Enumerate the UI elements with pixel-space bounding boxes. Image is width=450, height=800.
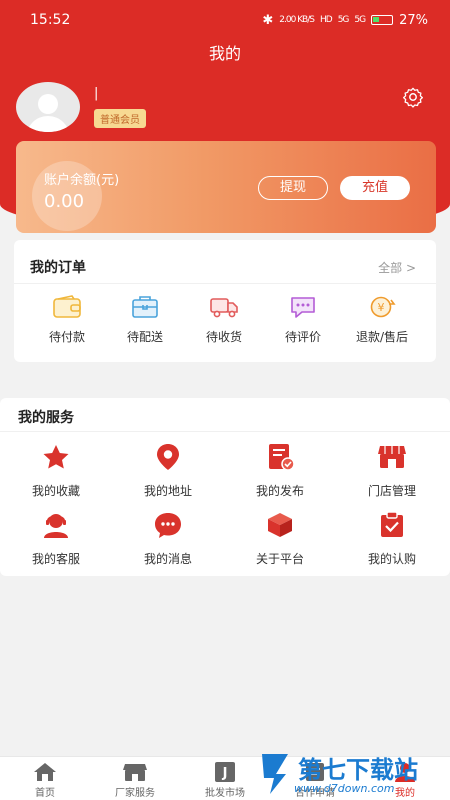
comment-icon xyxy=(291,297,315,318)
location-pin-icon xyxy=(157,444,179,470)
order-item-to-deliver[interactable]: 待配送 xyxy=(106,294,184,345)
balance-label: 账户余额(元) xyxy=(44,173,120,188)
service-publish[interactable]: 我的发布 xyxy=(224,442,336,499)
order-item-pending-payment[interactable]: 待付款 xyxy=(28,294,106,345)
services-title: 我的服务 xyxy=(18,410,74,426)
wallet-icon xyxy=(53,295,81,318)
avatar-head-shape xyxy=(38,94,58,114)
withdraw-button[interactable]: 提现 xyxy=(258,176,328,200)
orders-header: 我的订单 全部 > xyxy=(14,240,436,284)
order-label: 待付款 xyxy=(48,330,85,344)
service-store[interactable]: 门店管理 xyxy=(336,442,448,499)
service-label: 我的发布 xyxy=(255,484,304,498)
service-label: 我的收藏 xyxy=(31,484,80,498)
order-label: 待配送 xyxy=(126,330,163,344)
subscription-icon xyxy=(381,511,403,537)
tab-label: 首页 xyxy=(35,788,55,799)
refund-icon: ¥ xyxy=(370,296,396,318)
publish-icon xyxy=(269,444,295,471)
service-label: 关于平台 xyxy=(255,552,304,566)
watermark-logo-icon xyxy=(262,754,288,794)
tab-home[interactable]: 首页 xyxy=(0,761,90,799)
services-header: 我的服务 xyxy=(0,398,450,432)
order-item-to-receive[interactable]: 待收货 xyxy=(185,294,263,345)
home-icon xyxy=(34,763,56,781)
service-messages[interactable]: 我的消息 xyxy=(112,510,224,567)
status-time: 15:52 xyxy=(30,12,71,28)
avatar-body-shape xyxy=(26,116,70,132)
service-favorites[interactable]: 我的收藏 xyxy=(0,442,112,499)
service-about[interactable]: 关于平台 xyxy=(224,510,336,567)
service-subscription[interactable]: 我的认购 xyxy=(336,510,448,567)
watermark-url: www.d7down.com xyxy=(294,782,395,795)
watermark-text: 第七下载站 xyxy=(298,756,418,784)
order-label: 待收货 xyxy=(205,330,242,344)
balance-value: 0.00 xyxy=(44,191,85,212)
bluetooth-icon: ✱ xyxy=(262,12,274,28)
service-label: 我的认购 xyxy=(367,552,416,566)
network-speed: 2.00 KB/S xyxy=(279,15,315,25)
order-label: 退款/售后 xyxy=(355,330,409,344)
svg-text:¥: ¥ xyxy=(378,301,385,314)
status-bar: 15:52 ✱ 2.00 KB/S HD 5G 5G 27% xyxy=(30,10,428,30)
signal-icon-1: 5G xyxy=(337,15,350,25)
orders-panel: 我的订单 全部 > 待付款 待配送 待收货 待评价 ¥ 退款/售后 xyxy=(14,240,436,362)
store-icon xyxy=(378,446,406,468)
tab-label: 厂家服务 xyxy=(115,788,155,799)
tab-factory-service[interactable]: 厂家服务 xyxy=(90,761,180,799)
hd-badge: HD xyxy=(319,15,333,25)
watermark: 第七下载站 www.d7down.com xyxy=(254,748,450,800)
star-icon xyxy=(43,445,69,469)
factory-icon xyxy=(123,764,147,781)
service-label: 我的地址 xyxy=(143,484,192,498)
orders-title: 我的订单 xyxy=(30,260,86,276)
wholesale-icon: J xyxy=(215,762,235,782)
battery-percent: 27% xyxy=(399,12,428,28)
customer-service-icon xyxy=(44,514,68,538)
truck-icon xyxy=(210,298,238,318)
signal-icon-2: 5G xyxy=(354,15,366,25)
battery-icon xyxy=(371,15,394,25)
wholesale-icon-glyph: J xyxy=(222,766,228,781)
order-item-to-review[interactable]: 待评价 xyxy=(264,294,342,345)
service-address[interactable]: 我的地址 xyxy=(112,442,224,499)
service-label: 门店管理 xyxy=(367,484,416,498)
package-icon xyxy=(132,296,158,318)
avatar[interactable] xyxy=(16,82,80,132)
service-customer-service[interactable]: 我的客服 xyxy=(0,510,112,567)
order-item-refund[interactable]: ¥ 退款/售后 xyxy=(343,294,421,345)
order-label: 待评价 xyxy=(284,330,321,344)
cube-icon xyxy=(268,513,292,537)
balance-card: 账户余额(元) 0.00 提现 充值 xyxy=(16,141,436,233)
service-label: 我的客服 xyxy=(31,552,80,566)
member-badge: 普通会员 xyxy=(94,109,146,128)
orders-all-link[interactable]: 全部 > xyxy=(378,259,416,276)
username[interactable]: | xyxy=(94,86,98,101)
settings-gear-icon[interactable] xyxy=(402,86,424,108)
message-icon xyxy=(155,513,181,538)
service-label: 我的消息 xyxy=(143,552,192,566)
page-title: 我的 xyxy=(208,44,241,63)
recharge-button[interactable]: 充值 xyxy=(340,176,410,200)
services-panel: 我的服务 我的收藏 我的地址 我的发布 门店管理 我的客服 我的消息 关于平台 … xyxy=(0,398,450,576)
